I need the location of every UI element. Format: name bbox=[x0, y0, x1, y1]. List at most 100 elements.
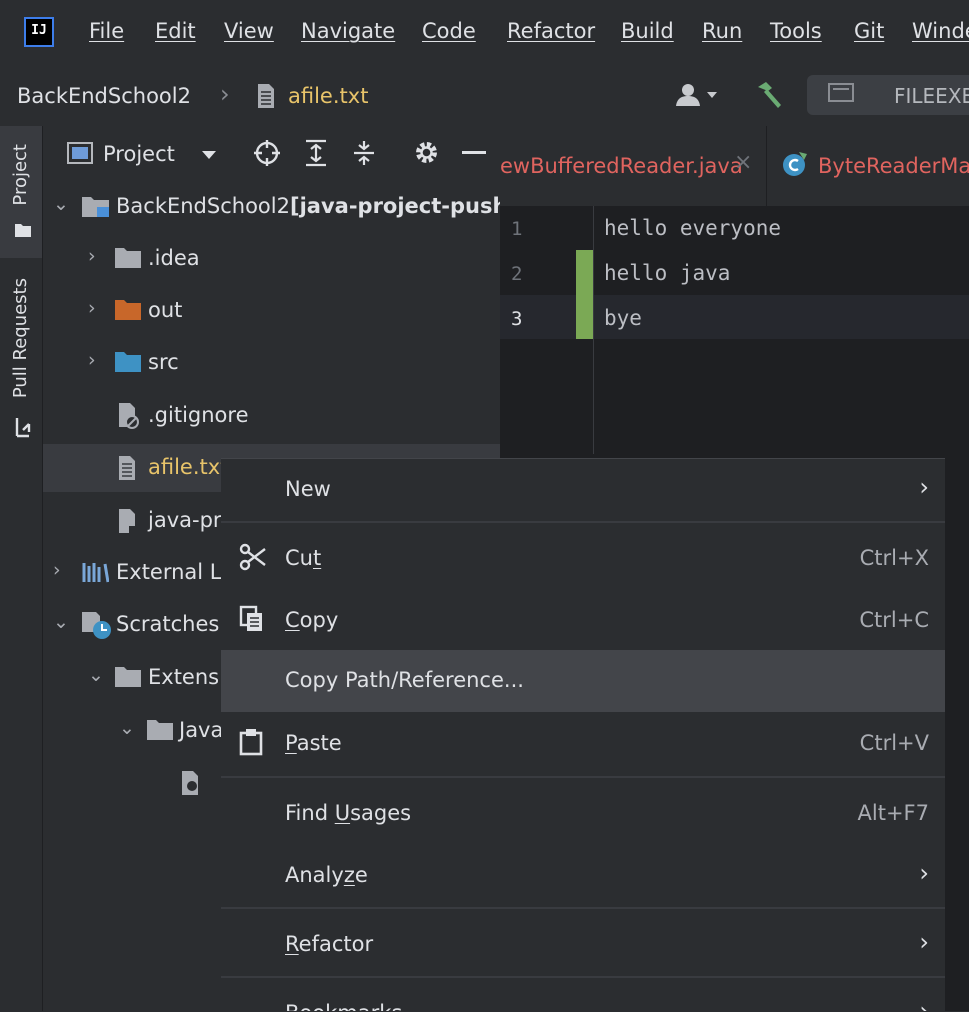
scissors-icon bbox=[239, 543, 267, 575]
vcs-added-marker bbox=[576, 250, 593, 339]
label-part: opy bbox=[299, 608, 339, 632]
submenu-arrow-icon: › bbox=[919, 928, 929, 956]
current-line-highlight bbox=[500, 295, 969, 339]
user-menu-icon[interactable] bbox=[676, 82, 722, 112]
tree-label: .idea bbox=[148, 246, 200, 270]
hide-panel-icon[interactable] bbox=[462, 151, 486, 154]
tree-label: java-pr bbox=[148, 508, 222, 532]
tree-item-root[interactable]: ⌄ BackEndSchool2 [java-project-push- bbox=[43, 183, 516, 231]
menu-tools[interactable]: Tools bbox=[770, 19, 822, 43]
tab-label: ByteReaderMai bbox=[818, 154, 969, 178]
menu-item-label: New bbox=[285, 477, 331, 501]
menu-item-copy[interactable]: Copy Ctrl+C bbox=[221, 590, 945, 652]
code-line: hello java bbox=[604, 261, 731, 285]
mnemonic: U bbox=[334, 801, 351, 825]
line-number-current: 3 bbox=[511, 308, 523, 330]
menu-item-bookmarks[interactable]: Bookmarks › bbox=[221, 983, 945, 1011]
source-folder-icon bbox=[114, 351, 142, 377]
shortcut: Ctrl+C bbox=[859, 608, 929, 632]
menu-code[interactable]: Code bbox=[422, 19, 476, 43]
tree-item-src[interactable]: › src bbox=[43, 339, 500, 387]
mnemonic: C bbox=[285, 608, 300, 632]
menu-navigate[interactable]: Navigate bbox=[301, 19, 395, 43]
menu-item-new[interactable]: New › bbox=[221, 459, 945, 521]
menu-item-analyze[interactable]: Analyze › bbox=[221, 845, 945, 907]
text-file-icon bbox=[117, 455, 137, 485]
breadcrumb-file[interactable]: afile.txt bbox=[288, 84, 368, 108]
excluded-folder-icon bbox=[114, 299, 142, 325]
label-part: aste bbox=[296, 731, 342, 755]
settings-gear-icon[interactable] bbox=[413, 139, 440, 170]
run-config-label: FILEEXE bbox=[894, 84, 969, 108]
module-folder-icon bbox=[81, 195, 111, 223]
menu-item-paste[interactable]: Paste Ctrl+V bbox=[221, 713, 945, 775]
close-tab-icon[interactable]: × bbox=[734, 150, 752, 175]
menu-item-copy-path-highlighted[interactable]: Copy Path/Reference... bbox=[221, 650, 945, 712]
expand-all-icon[interactable] bbox=[304, 139, 328, 171]
menu-item-label: Copy Path/Reference... bbox=[285, 668, 524, 692]
project-folder-icon bbox=[14, 222, 32, 242]
menu-separator bbox=[221, 976, 945, 978]
menu-item-label: Cut bbox=[285, 546, 321, 570]
menu-item-label: Analyze bbox=[285, 863, 368, 887]
menu-item-label: Find Usages bbox=[285, 801, 411, 825]
scratch-file-icon bbox=[180, 770, 206, 802]
clipboard-icon bbox=[239, 728, 263, 760]
menu-run[interactable]: Run bbox=[702, 19, 742, 43]
menu-item-refactor[interactable]: Refactor › bbox=[221, 914, 945, 976]
build-hammer-icon[interactable] bbox=[755, 80, 785, 114]
tree-label: Extensi bbox=[148, 665, 225, 689]
shortcut: Alt+F7 bbox=[857, 801, 929, 825]
tree-item-gitignore[interactable]: .gitignore bbox=[43, 392, 500, 440]
menu-item-label: Copy bbox=[285, 608, 338, 632]
tree-item-idea[interactable]: › .idea bbox=[43, 235, 500, 283]
pull-request-icon bbox=[13, 416, 33, 442]
menu-separator bbox=[221, 776, 945, 778]
menu-file[interactable]: File bbox=[89, 19, 124, 43]
submenu-arrow-icon: › bbox=[919, 997, 929, 1011]
tab-label: ewBufferedReader.java bbox=[500, 154, 743, 178]
menu-window[interactable]: Winde bbox=[912, 19, 969, 43]
folder-icon bbox=[114, 247, 142, 273]
tree-label: Scratches bbox=[116, 612, 220, 636]
menu-view[interactable]: View bbox=[224, 19, 274, 43]
pull-requests-tool-label[interactable]: Pull Requests bbox=[10, 278, 31, 398]
menu-item-find-usages[interactable]: Find Usages Alt+F7 bbox=[221, 783, 945, 845]
mnemonic: P bbox=[285, 731, 297, 755]
mnemonic: z bbox=[343, 863, 355, 887]
mnemonic: R bbox=[285, 932, 299, 956]
tab-buffered-reader[interactable]: ewBufferedReader.java × bbox=[500, 126, 765, 206]
java-class-icon bbox=[781, 150, 809, 182]
breadcrumb-project[interactable]: BackEndSchool2 bbox=[17, 84, 191, 108]
code-line: bye bbox=[604, 306, 642, 330]
menu-separator bbox=[221, 521, 945, 523]
menu-git[interactable]: Git bbox=[854, 19, 884, 43]
folder-icon bbox=[146, 719, 174, 745]
tree-label: src bbox=[148, 350, 179, 374]
shortcut: Ctrl+V bbox=[859, 731, 929, 755]
label-part: Cu bbox=[285, 546, 313, 570]
tab-byte-reader-main[interactable]: ByteReaderMai bbox=[767, 126, 969, 206]
libraries-icon bbox=[81, 561, 110, 587]
text-file-icon bbox=[256, 83, 276, 113]
project-view-title[interactable]: Project bbox=[103, 142, 175, 166]
menu-edit[interactable]: Edit bbox=[155, 19, 196, 43]
tree-label: Java bbox=[179, 718, 224, 742]
menu-build[interactable]: Build bbox=[621, 19, 674, 43]
submenu-arrow-icon: › bbox=[919, 859, 929, 887]
tree-item-out[interactable]: › out bbox=[43, 287, 500, 335]
tree-label: out bbox=[148, 298, 183, 322]
menu-refactor[interactable]: Refactor bbox=[507, 19, 595, 43]
collapse-all-icon[interactable] bbox=[352, 139, 376, 171]
chevron-right-icon: › bbox=[88, 297, 96, 319]
chevron-right-icon: › bbox=[88, 349, 96, 371]
label-part: e bbox=[354, 863, 368, 887]
tree-label-branch: [java-project-push- bbox=[290, 194, 517, 218]
tree-label: afile.txt bbox=[148, 455, 229, 479]
menu-item-cut[interactable]: Cut Ctrl+X bbox=[221, 528, 945, 590]
chevron-down-icon: ⌄ bbox=[119, 717, 135, 739]
locate-file-icon[interactable] bbox=[253, 139, 281, 171]
chevron-down-icon: ⌄ bbox=[53, 611, 69, 633]
view-dropdown-icon[interactable] bbox=[201, 146, 217, 165]
chevron-right-icon: › bbox=[88, 245, 96, 267]
